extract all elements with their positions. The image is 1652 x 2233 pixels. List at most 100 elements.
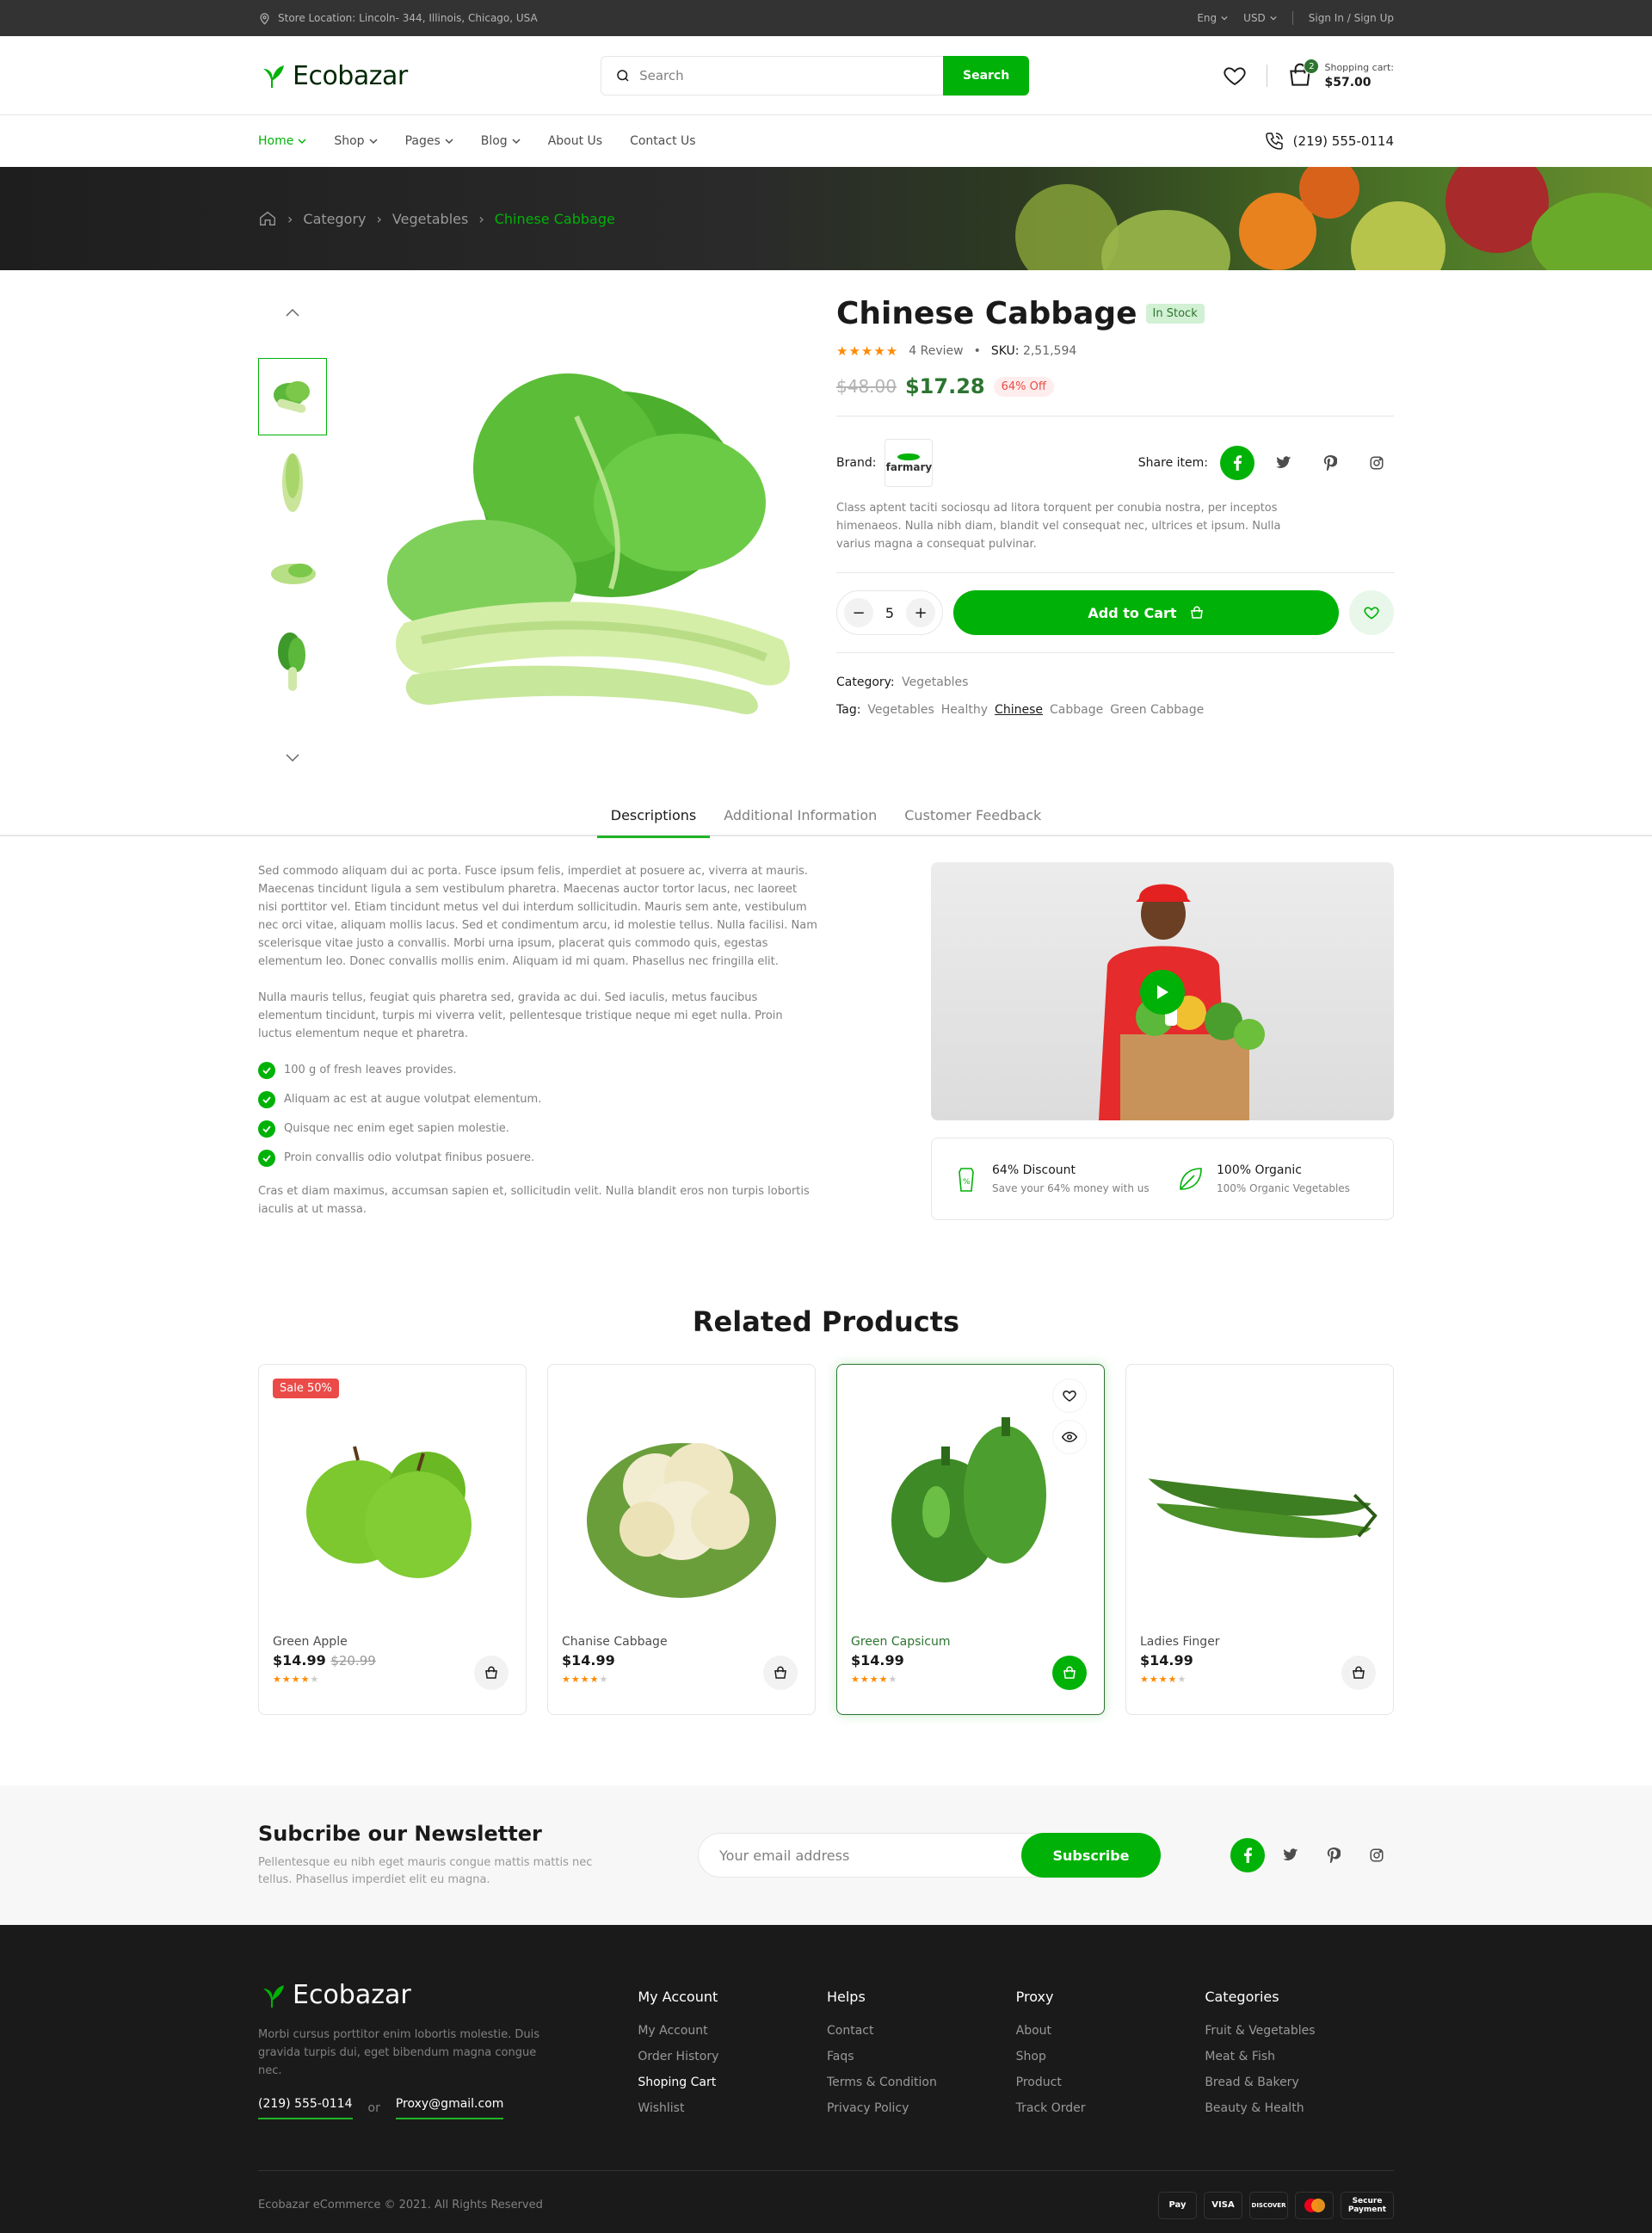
shopping-cart[interactable]: 2 Shopping cart: $57.00	[1286, 59, 1394, 89]
review-count[interactable]: 4 Review	[909, 344, 963, 358]
footer-link[interactable]: Contact	[827, 2024, 1016, 2038]
footer-logo[interactable]: Ecobazar	[258, 1980, 638, 2010]
tag-link[interactable]: Green Cabbage	[1110, 703, 1204, 717]
footer-link[interactable]: Product	[1016, 2076, 1205, 2089]
twitter-icon[interactable]	[1267, 446, 1301, 480]
pinterest-icon[interactable]	[1313, 446, 1347, 480]
leaf-icon	[1175, 1163, 1206, 1194]
facebook-icon[interactable]	[1230, 1838, 1265, 1872]
home-icon[interactable]	[258, 209, 277, 228]
chevron-down-icon[interactable]	[286, 754, 299, 762]
price-tag-icon: %	[951, 1163, 982, 1194]
footer-link[interactable]: Fruit & Vegetables	[1205, 2024, 1394, 2038]
check-circle-icon	[258, 1120, 275, 1138]
logo[interactable]: Ecobazar	[258, 61, 408, 91]
instagram-icon[interactable]	[1359, 446, 1394, 480]
tab-descriptions[interactable]: Descriptions	[596, 793, 711, 838]
footer-link[interactable]: Beauty & Health	[1205, 2101, 1394, 2115]
product-video[interactable]	[931, 862, 1394, 1120]
search-input[interactable]: Search	[601, 56, 944, 96]
tab-additional-information[interactable]: Additional Information	[710, 793, 891, 836]
product-thumbnail[interactable]	[258, 621, 327, 699]
wishlist-button[interactable]	[1052, 1379, 1087, 1413]
footer-link[interactable]: Shoping Cart	[638, 2076, 827, 2089]
product-card[interactable]: Ladies Finger $14.99 ★★★★★	[1125, 1364, 1394, 1715]
facebook-icon[interactable]	[1220, 446, 1254, 480]
wishlist-button[interactable]	[1349, 590, 1394, 635]
sign-in-link[interactable]: Sign In / Sign Up	[1309, 12, 1394, 24]
product-card[interactable]: Sale 50% Green Apple $14.99 $20.99 ★★★★★	[258, 1364, 527, 1715]
add-to-cart-icon[interactable]	[1341, 1656, 1376, 1690]
nav-item-pages[interactable]: Pages	[405, 134, 453, 148]
product-thumbnail[interactable]	[258, 358, 327, 435]
instagram-icon[interactable]	[1359, 1838, 1394, 1872]
shopping-bag-icon	[1189, 605, 1205, 620]
footer-link[interactable]: Shop	[1016, 2050, 1205, 2063]
increase-quantity-button[interactable]: +	[906, 598, 935, 627]
chevron-up-icon[interactable]	[286, 308, 299, 317]
subscribe-button[interactable]: Subscribe	[1021, 1833, 1161, 1878]
quantity-value[interactable]: 5	[885, 605, 894, 621]
footer-link[interactable]: Privacy Policy	[827, 2101, 1016, 2115]
tab-customer-feedback[interactable]: Customer Feedback	[891, 793, 1055, 836]
heart-icon[interactable]	[1222, 63, 1248, 89]
product-image[interactable]	[562, 1379, 801, 1628]
product-name[interactable]: Green Apple	[273, 1635, 512, 1649]
nav-item-home[interactable]: Home	[258, 134, 306, 148]
footer-link[interactable]: Bread & Bakery	[1205, 2076, 1394, 2089]
footer-link[interactable]: Meat & Fish	[1205, 2050, 1394, 2063]
tag-link[interactable]: Healthy	[941, 703, 988, 717]
footer-link[interactable]: My Account	[638, 2024, 827, 2038]
email-field[interactable]: Your email address	[699, 1847, 1021, 1864]
nav-item-shop[interactable]: Shop	[334, 134, 378, 148]
search-button[interactable]: Search	[943, 56, 1030, 96]
product-name[interactable]: Green Capsicum	[851, 1635, 1090, 1649]
decrease-quantity-button[interactable]: −	[844, 598, 873, 627]
footer-link[interactable]: Wishlist	[638, 2101, 827, 2115]
currency-select[interactable]: USD	[1243, 12, 1277, 24]
phone-number[interactable]: (219) 555-0114	[1264, 131, 1394, 151]
quantity-stepper: − 5 +	[836, 590, 943, 635]
nav-item-about[interactable]: About Us	[548, 134, 602, 148]
play-button[interactable]	[1140, 970, 1185, 1015]
product-thumbnail[interactable]	[258, 446, 327, 523]
product-name[interactable]: Ladies Finger	[1140, 1635, 1379, 1649]
quick-view-eye-icon[interactable]	[1052, 1420, 1087, 1454]
twitter-icon[interactable]	[1273, 1838, 1308, 1872]
add-to-cart-icon[interactable]	[763, 1656, 798, 1690]
product-name[interactable]: Chanise Cabbage	[562, 1635, 801, 1649]
add-to-cart-button[interactable]: Add to Cart	[953, 590, 1339, 635]
breadcrumb-category[interactable]: Category	[303, 211, 366, 227]
tag-link[interactable]: Chinese	[995, 703, 1043, 717]
product-image[interactable]	[273, 1379, 512, 1628]
category-value[interactable]: Vegetables	[902, 675, 968, 689]
list-item: Quisque nec enim eget sapien molestie.	[258, 1120, 817, 1138]
footer-link[interactable]: About	[1016, 2024, 1205, 2038]
footer-column-proxy: Proxy About Shop Product Track Order	[1016, 1980, 1205, 2127]
product-card[interactable]: Chanise Cabbage $14.99 ★★★★★	[547, 1364, 816, 1715]
payment-methods: Pay VISA DISCOVER Secure Payment	[1158, 2191, 1394, 2219]
stock-badge: In Stock	[1145, 304, 1205, 324]
product-image[interactable]	[1140, 1379, 1379, 1628]
footer-link[interactable]: Faqs	[827, 2050, 1016, 2063]
breadcrumb-vegetables[interactable]: Vegetables	[392, 211, 468, 227]
tag-link[interactable]: Vegetables	[867, 703, 934, 717]
language-select[interactable]: Eng	[1197, 12, 1228, 24]
pinterest-icon[interactable]	[1316, 1838, 1351, 1872]
tag-link[interactable]: Cabbage	[1050, 703, 1103, 717]
add-to-cart-icon[interactable]	[1052, 1656, 1087, 1690]
product-image[interactable]	[851, 1379, 1090, 1628]
footer-email[interactable]: Proxy@gmail.com	[395, 2097, 504, 2119]
nav-item-contact[interactable]: Contact Us	[630, 134, 695, 148]
nav-item-blog[interactable]: Blog	[481, 134, 521, 148]
footer-link[interactable]: Track Order	[1016, 2101, 1205, 2115]
footer-link[interactable]: Terms & Condition	[827, 2076, 1016, 2089]
brand-logo[interactable]: farmary	[885, 439, 934, 487]
product-thumbnail[interactable]	[258, 534, 327, 611]
map-pin-icon	[258, 12, 271, 25]
search-icon	[615, 68, 631, 83]
add-to-cart-icon[interactable]	[474, 1656, 509, 1690]
product-card[interactable]: Green Capsicum $14.99 ★★★★★	[836, 1364, 1105, 1715]
footer-link[interactable]: Order History	[638, 2050, 827, 2063]
footer-phone[interactable]: (219) 555-0114	[258, 2097, 353, 2119]
